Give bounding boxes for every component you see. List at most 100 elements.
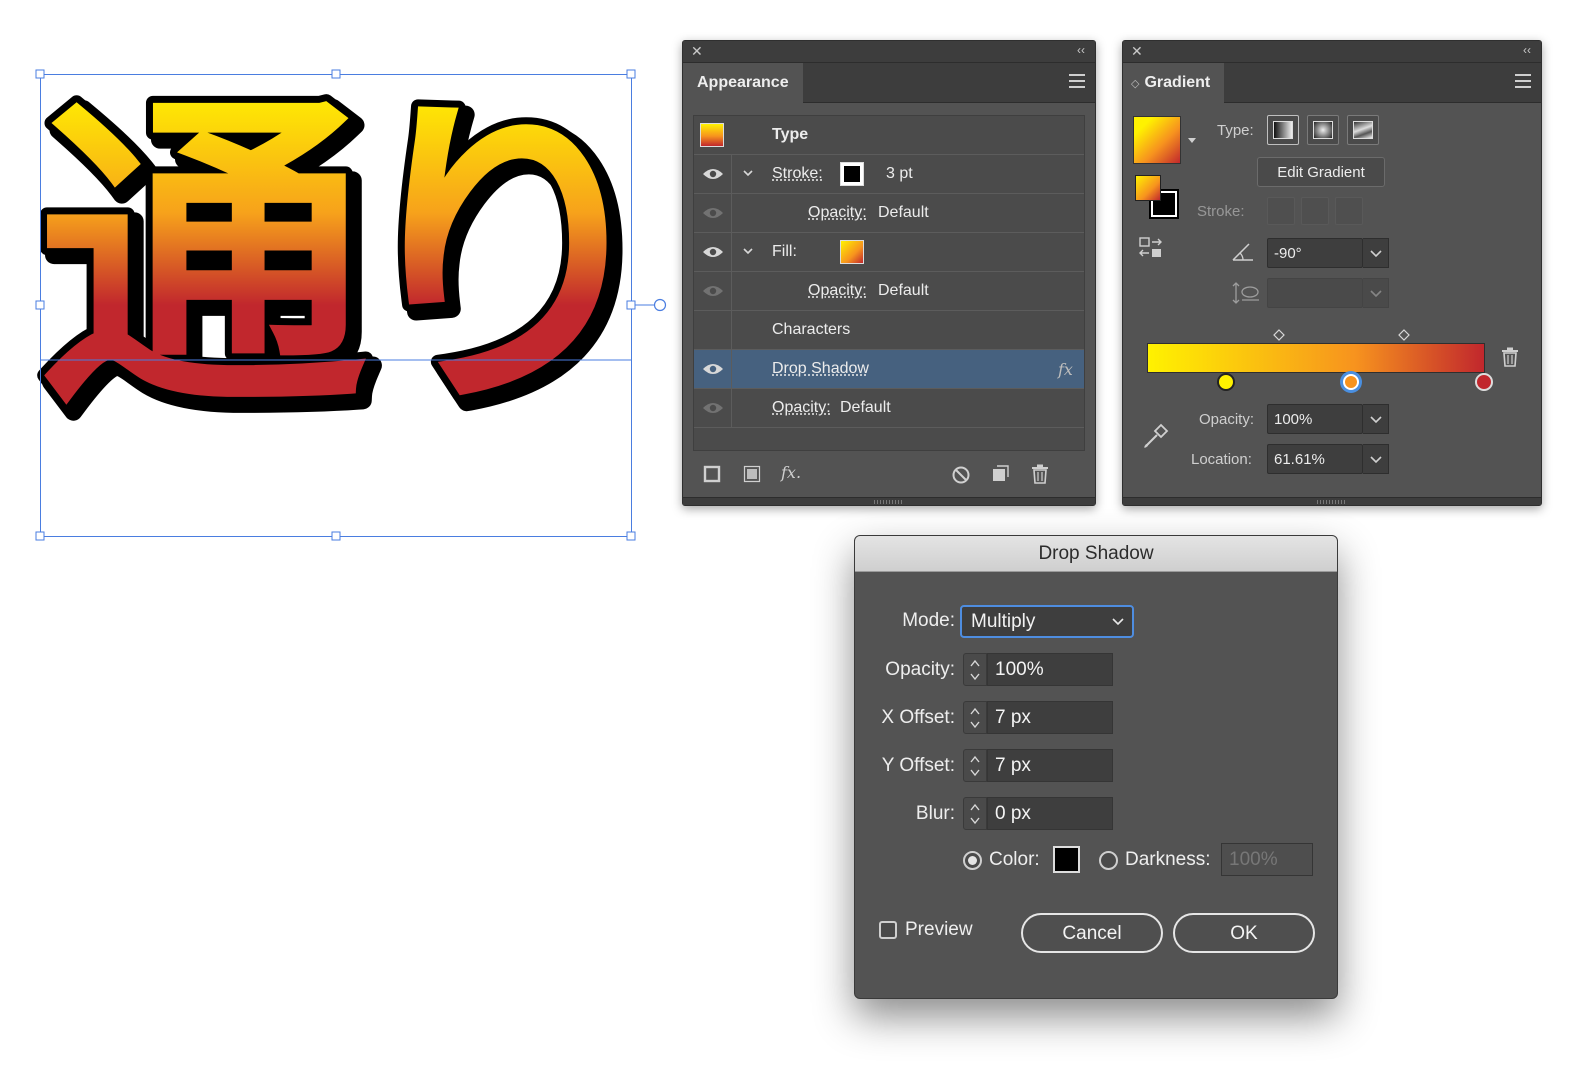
tab-gradient[interactable]: ◇ Gradient <box>1123 63 1224 104</box>
opacity-label: Opacity: <box>855 659 955 681</box>
blur-field[interactable]: 0 px <box>987 797 1113 830</box>
opacity-label[interactable]: Opacity: <box>772 399 831 417</box>
delete-item-icon[interactable] <box>1031 464 1049 484</box>
collapse-icon[interactable]: ‹‹ <box>1523 43 1531 57</box>
fill-proxy-swatch[interactable] <box>1135 175 1161 201</box>
opacity-stepper[interactable] <box>963 653 987 686</box>
stroke-color-swatch[interactable] <box>840 162 864 186</box>
stroke-row[interactable]: Stroke: 3 pt <box>694 155 1084 194</box>
gradient-stop-yellow[interactable] <box>1215 371 1237 393</box>
stop-location-dropdown[interactable] <box>1363 444 1389 474</box>
stroke-weight[interactable]: 3 pt <box>886 165 913 183</box>
stop-opacity-field[interactable]: 100% <box>1267 404 1363 434</box>
angle-field[interactable]: -90° <box>1267 238 1363 268</box>
y-offset-field[interactable]: 7 px <box>987 749 1113 782</box>
characters-label: Characters <box>772 321 850 339</box>
visibility-column <box>694 194 732 232</box>
eye-icon[interactable] <box>702 362 724 376</box>
stroke-label[interactable]: Stroke: <box>772 165 823 183</box>
handle-top-right <box>627 70 635 78</box>
duplicate-item-icon[interactable] <box>991 465 1009 483</box>
eye-icon[interactable] <box>702 401 724 415</box>
radial-gradient-button[interactable] <box>1307 115 1339 145</box>
color-radio[interactable] <box>963 851 982 870</box>
midpoint-diamond[interactable] <box>1398 329 1410 341</box>
stroke-within-button[interactable] <box>1267 197 1295 225</box>
visibility-column <box>694 311 732 349</box>
edit-gradient-button[interactable]: Edit Gradient <box>1257 157 1385 187</box>
panel-options-icon[interactable]: ◇ <box>1131 78 1139 90</box>
drop-shadow-label[interactable]: Drop Shadow <box>772 360 869 378</box>
linear-gradient-button[interactable] <box>1267 115 1299 145</box>
new-fill-icon[interactable] <box>743 465 761 483</box>
eyedropper-icon[interactable] <box>1141 421 1171 451</box>
y-offset-stepper[interactable] <box>963 749 987 782</box>
aspect-ratio-field[interactable] <box>1267 278 1363 308</box>
fill-row[interactable]: Fill: <box>694 233 1084 272</box>
object-opacity-row[interactable]: Opacity: Default <box>694 389 1084 428</box>
preview-checkbox[interactable] <box>879 921 897 939</box>
aspect-ratio-icon <box>1231 281 1261 305</box>
reverse-gradient-icon[interactable] <box>1139 236 1165 260</box>
chevron-down-icon <box>1112 618 1124 626</box>
visibility-column <box>694 350 732 388</box>
mode-label: Mode: <box>855 610 955 632</box>
stroke-opacity-row[interactable]: Opacity: Default <box>694 194 1084 233</box>
ok-button[interactable]: OK <box>1173 913 1315 953</box>
tab-appearance[interactable]: Appearance <box>683 63 803 104</box>
stroke-along-button[interactable] <box>1301 197 1329 225</box>
darkness-field[interactable]: 100% <box>1221 843 1313 876</box>
eye-icon[interactable] <box>702 245 724 259</box>
stop-location-field[interactable]: 61.61% <box>1267 444 1363 474</box>
collapse-icon[interactable]: ‹‹ <box>1077 43 1085 57</box>
freeform-gradient-button[interactable] <box>1347 115 1379 145</box>
fx-icon[interactable]: fx <box>1058 360 1073 379</box>
panel-menu-icon[interactable] <box>1069 74 1085 92</box>
panel-resize-grip[interactable] <box>1123 497 1541 505</box>
fill-color-swatch[interactable] <box>840 240 864 264</box>
artwork-fill: 通り <box>38 67 642 451</box>
appearance-header-row[interactable]: Type <box>694 116 1084 155</box>
panel-menu-icon[interactable] <box>1515 74 1531 92</box>
panel-titlebar: ✕ ‹‹ <box>683 41 1095 63</box>
opacity-field[interactable]: 100% <box>987 653 1113 686</box>
panel-resize-grip[interactable] <box>683 497 1095 505</box>
darkness-radio[interactable] <box>1099 851 1118 870</box>
x-offset-field[interactable]: 7 px <box>987 701 1113 734</box>
delete-stop-icon[interactable] <box>1501 347 1519 367</box>
gradient-slider-bar[interactable] <box>1147 343 1485 373</box>
type-label: Type: <box>1217 122 1254 139</box>
new-stroke-icon[interactable] <box>703 465 721 483</box>
fx-icon[interactable]: fx. <box>781 463 801 482</box>
eye-icon[interactable] <box>702 284 724 298</box>
close-icon[interactable]: ✕ <box>691 43 703 60</box>
opacity-label[interactable]: Opacity: <box>808 282 867 300</box>
gradient-stop-red[interactable] <box>1473 371 1495 393</box>
panel-tabbar: Appearance <box>683 63 1095 103</box>
stop-opacity-dropdown[interactable] <box>1363 404 1389 434</box>
drop-shadow-row[interactable]: Drop Shadow fx <box>694 350 1084 389</box>
x-offset-stepper[interactable] <box>963 701 987 734</box>
mode-select[interactable]: Multiply <box>960 605 1134 638</box>
shadow-color-swatch[interactable] <box>1053 846 1080 873</box>
blur-stepper[interactable] <box>963 797 987 830</box>
cancel-button[interactable]: Cancel <box>1021 913 1163 953</box>
stroke-across-button[interactable] <box>1335 197 1363 225</box>
aspect-ratio-dropdown[interactable] <box>1363 278 1389 308</box>
opacity-label[interactable]: Opacity: <box>808 204 867 222</box>
artboard: 通り 通り 通り <box>0 0 680 560</box>
fill-opacity-row[interactable]: Opacity: Default <box>694 272 1084 311</box>
midpoint-diamond[interactable] <box>1273 329 1285 341</box>
angle-dropdown[interactable] <box>1363 238 1389 268</box>
gradient-presets-dropdown-icon[interactable] <box>1187 137 1197 145</box>
gradient-preview-swatch[interactable] <box>1133 116 1181 164</box>
close-icon[interactable]: ✕ <box>1131 43 1143 60</box>
eye-icon[interactable] <box>702 167 724 181</box>
chevron-down-icon[interactable] <box>742 245 754 257</box>
eye-icon[interactable] <box>702 206 724 220</box>
clear-appearance-icon[interactable] <box>951 465 971 485</box>
artwork-svg[interactable]: 通り 通り 通り <box>0 0 680 560</box>
chevron-down-icon[interactable] <box>742 167 754 179</box>
characters-row[interactable]: Characters <box>694 311 1084 350</box>
gradient-stop-orange-selected[interactable] <box>1337 368 1365 396</box>
